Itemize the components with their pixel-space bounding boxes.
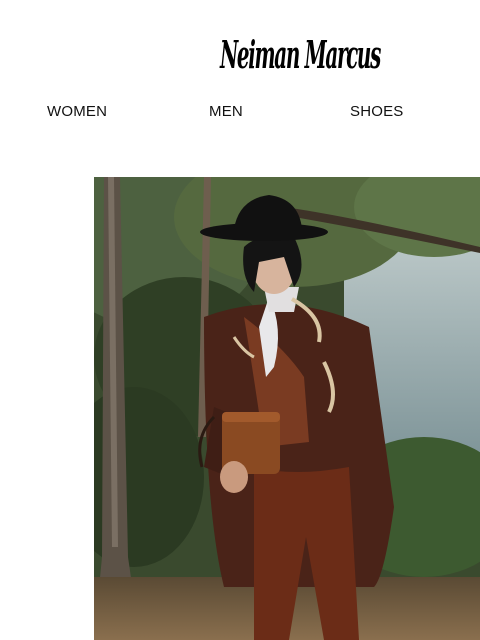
nav-item-men[interactable]: MEN: [209, 102, 243, 122]
hero-image[interactable]: [94, 177, 480, 640]
nav-item-women[interactable]: WOMEN: [47, 102, 107, 122]
main-nav: WOMEN MEN SHOES: [0, 102, 480, 124]
hero-photo: [94, 177, 480, 640]
brand-logo[interactable]: Neiman Marcus: [218, 20, 384, 86]
logo-text: Neiman Marcus: [219, 32, 381, 77]
nav-item-shoes[interactable]: SHOES: [350, 102, 404, 122]
logo-wordmark: Neiman Marcus: [219, 32, 383, 77]
